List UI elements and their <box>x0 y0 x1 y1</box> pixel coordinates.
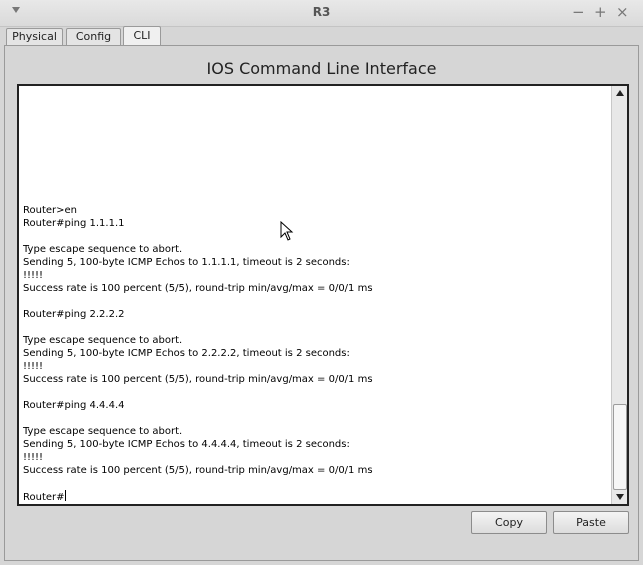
terminal-line: Type escape sequence to abort. <box>23 244 183 255</box>
text-caret <box>64 490 66 501</box>
terminal-line: Router#ping 4.4.4.4 <box>23 400 125 411</box>
terminal-line: Router#ping 2.2.2.2 <box>23 309 125 320</box>
tab-config[interactable]: Config <box>66 28 121 45</box>
terminal-line: Type escape sequence to abort. <box>23 426 183 437</box>
terminal-line: Sending 5, 100-byte ICMP Echos to 4.4.4.… <box>23 439 350 450</box>
terminal-prompt[interactable]: Router# <box>23 490 608 503</box>
title-bar: R3 − + × <box>0 0 643 27</box>
terminal-line: !!!!! <box>23 270 44 281</box>
scroll-down-button[interactable] <box>612 490 627 504</box>
paste-button[interactable]: Paste <box>553 511 629 534</box>
tab-cli[interactable]: CLI <box>123 26 161 46</box>
arrow-down-icon <box>615 494 624 500</box>
terminal-line: Sending 5, 100-byte ICMP Echos to 1.1.1.… <box>23 257 350 268</box>
scrollbar-thumb[interactable] <box>613 404 627 490</box>
window-title: R3 <box>312 5 331 19</box>
terminal-line: Success rate is 100 percent (5/5), round… <box>23 374 373 385</box>
mouse-cursor-icon <box>280 221 294 241</box>
terminal-line: !!!!! <box>23 361 44 372</box>
close-button[interactable]: × <box>616 3 629 21</box>
prompt-text: Router# <box>23 492 65 503</box>
arrow-up-icon <box>615 90 624 96</box>
terminal-scrollbar[interactable] <box>611 86 627 504</box>
terminal-output: Router>en Router#ping 1.1.1.1 Type escape … <box>23 204 608 503</box>
terminal-console[interactable]: Router>en Router#ping 1.1.1.1 Type escape … <box>17 84 629 506</box>
panel-title: IOS Command Line Interface <box>206 59 437 78</box>
terminal-line: Router#ping 1.1.1.1 <box>23 218 125 229</box>
tab-physical[interactable]: Physical <box>6 28 63 45</box>
terminal-line: Success rate is 100 percent (5/5), round… <box>23 465 373 476</box>
terminal-line: Success rate is 100 percent (5/5), round… <box>23 283 373 294</box>
maximize-button[interactable]: + <box>594 3 607 21</box>
terminal-line: !!!!! <box>23 452 44 463</box>
terminal-line: Sending 5, 100-byte ICMP Echos to 2.2.2.… <box>23 348 350 359</box>
terminal-line: Router>en <box>23 205 78 216</box>
cli-panel: IOS Command Line Interface Router>en Rout… <box>4 45 639 561</box>
scroll-up-button[interactable] <box>612 86 627 100</box>
minimize-button[interactable]: − <box>572 3 585 21</box>
copy-button[interactable]: Copy <box>471 511 547 534</box>
terminal-line: Type escape sequence to abort. <box>23 335 183 346</box>
